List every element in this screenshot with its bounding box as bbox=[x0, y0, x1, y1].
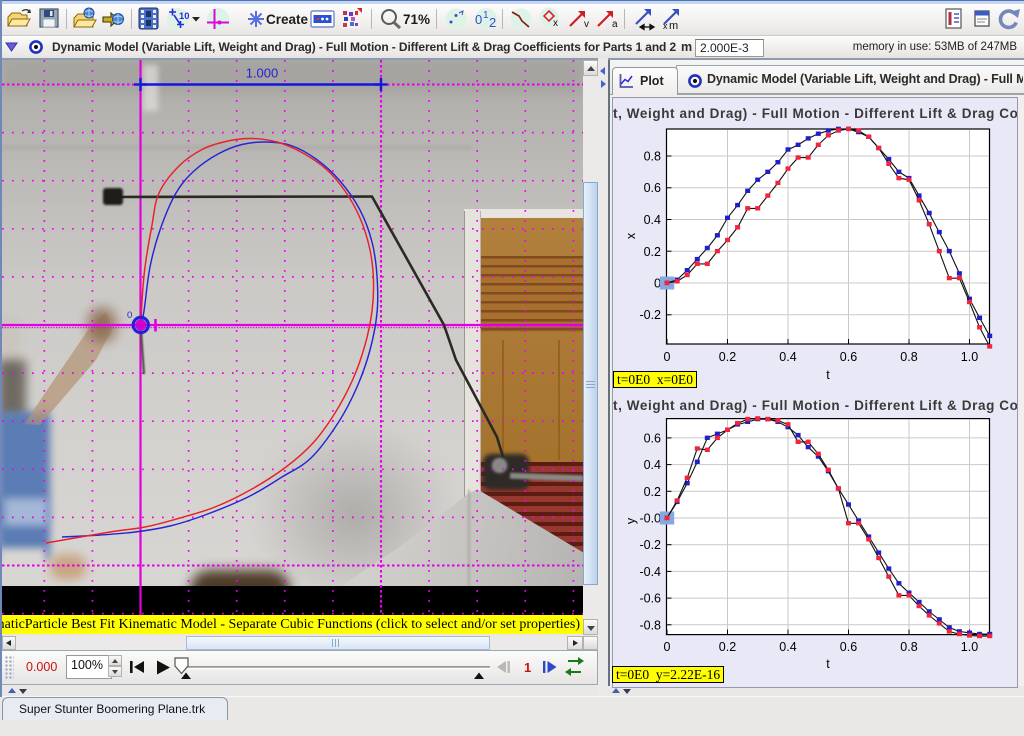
svg-text:1: 1 bbox=[524, 660, 531, 675]
svg-text:0.4: 0.4 bbox=[644, 458, 661, 472]
svg-text:0.6: 0.6 bbox=[840, 350, 857, 364]
svg-text:1.000: 1.000 bbox=[246, 66, 279, 81]
svg-text:v: v bbox=[584, 19, 589, 30]
svg-text:0.2: 0.2 bbox=[719, 640, 736, 654]
svg-text:-0.8: -0.8 bbox=[639, 618, 661, 632]
svg-text:0.2: 0.2 bbox=[719, 350, 736, 364]
svg-text:2: 2 bbox=[489, 15, 496, 30]
svg-text:1.0: 1.0 bbox=[961, 640, 978, 654]
svg-text:x: x bbox=[624, 232, 638, 239]
svg-text:1.0: 1.0 bbox=[961, 350, 978, 364]
svg-text:-0.6: -0.6 bbox=[639, 592, 661, 606]
svg-text:0: 0 bbox=[475, 12, 482, 27]
svg-text:0.6: 0.6 bbox=[840, 640, 857, 654]
svg-text:-0.4: -0.4 bbox=[639, 565, 661, 579]
svg-text:-0.2: -0.2 bbox=[639, 538, 661, 552]
svg-text:x: x bbox=[663, 21, 668, 31]
svg-text:x: x bbox=[553, 18, 558, 29]
svg-text:a: a bbox=[612, 19, 618, 30]
svg-text:t: t bbox=[826, 368, 830, 382]
svg-text:0.2: 0.2 bbox=[644, 485, 661, 499]
svg-text:0: 0 bbox=[664, 640, 671, 654]
svg-text:-0.0: -0.0 bbox=[639, 512, 661, 526]
svg-text:y: y bbox=[624, 517, 638, 524]
svg-text:10: 10 bbox=[179, 11, 190, 22]
svg-text:0.4: 0.4 bbox=[644, 213, 661, 227]
svg-text:0.8: 0.8 bbox=[900, 350, 917, 364]
svg-text:0.2: 0.2 bbox=[644, 245, 661, 259]
svg-text:t: t bbox=[826, 657, 830, 671]
svg-text:0.4: 0.4 bbox=[779, 640, 796, 654]
svg-text:Create: Create bbox=[266, 12, 309, 27]
svg-text:0.4: 0.4 bbox=[779, 350, 796, 364]
svg-text:71%: 71% bbox=[403, 12, 430, 27]
svg-text:0.8: 0.8 bbox=[900, 640, 917, 654]
svg-text:-0.2: -0.2 bbox=[639, 308, 661, 322]
svg-text:0: 0 bbox=[664, 350, 671, 364]
svg-text:0: 0 bbox=[127, 310, 132, 321]
svg-text:0.6: 0.6 bbox=[644, 181, 661, 195]
svg-text:0.8: 0.8 bbox=[644, 150, 661, 164]
svg-text:m: m bbox=[669, 20, 678, 32]
svg-text:0.6: 0.6 bbox=[644, 431, 661, 445]
